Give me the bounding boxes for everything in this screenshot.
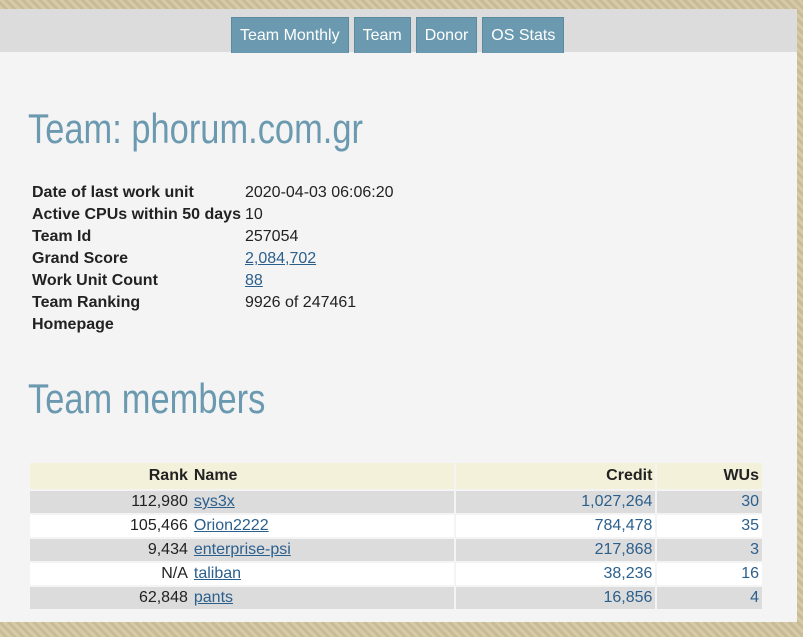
info-label: Grand Score — [32, 250, 129, 267]
members-table: Rank Name Credit WUs 112,980 sys3x 1,027… — [30, 461, 762, 611]
content-panel: Team Monthly Team Donor OS Stats Team: p… — [0, 9, 797, 622]
cell-name: enterprise-psi — [190, 539, 455, 561]
col-header-credit[interactable]: Credit — [454, 463, 656, 489]
col-header-name[interactable]: Name — [190, 463, 455, 489]
info-value: 10 — [244, 206, 263, 223]
cell-name: taliban — [190, 563, 455, 585]
col-header-wus[interactable]: WUs — [655, 463, 762, 489]
cell-rank: 105,466 — [30, 515, 191, 537]
info-label: Work Unit Count — [32, 272, 158, 289]
work-unit-count-link[interactable]: 88 — [245, 272, 263, 289]
info-value: 2020-04-03 06:06:20 — [244, 184, 394, 201]
tabs: Team Monthly Team Donor OS Stats — [231, 17, 565, 53]
cell-wus: 16 — [655, 563, 762, 585]
table-row: N/A taliban 38,236 16 — [30, 563, 762, 585]
grand-score-link[interactable]: 2,084,702 — [245, 250, 316, 267]
info-value — [243, 314, 396, 336]
cell-name: sys3x — [190, 491, 455, 513]
info-label: Homepage — [32, 316, 114, 333]
cell-rank: 9,434 — [30, 539, 191, 561]
tab-bar: Team Monthly Team Donor OS Stats — [0, 9, 797, 53]
tab-os-stats[interactable]: OS Stats — [482, 17, 565, 53]
info-value: 257054 — [244, 228, 299, 245]
member-link[interactable]: taliban — [194, 565, 241, 582]
tab-donor[interactable]: Donor — [415, 17, 478, 53]
table-row: 105,466 Orion2222 784,478 35 — [30, 515, 762, 537]
team-info-table: Date of last work unit 2020-04-03 06:06:… — [30, 182, 396, 336]
cell-wus: 4 — [655, 587, 762, 609]
info-value: 9926 of 247461 — [244, 294, 357, 311]
cell-credit: 1,027,264 — [454, 491, 656, 513]
info-row: Active CPUs within 50 days 10 — [30, 204, 396, 226]
cell-rank: N/A — [30, 563, 191, 585]
table-row: 62,848 pants 16,856 4 — [30, 587, 762, 609]
tab-team-monthly[interactable]: Team Monthly — [231, 17, 349, 53]
info-label: Date of last work unit — [32, 184, 194, 201]
info-row: Date of last work unit 2020-04-03 06:06:… — [30, 182, 396, 204]
cell-wus: 30 — [655, 491, 762, 513]
cell-rank: 112,980 — [30, 491, 191, 513]
cell-credit: 38,236 — [454, 563, 656, 585]
info-row: Homepage — [30, 314, 396, 336]
table-row: 9,434 enterprise-psi 217,868 3 — [30, 539, 762, 561]
cell-credit: 16,856 — [454, 587, 656, 609]
cell-name: Orion2222 — [190, 515, 455, 537]
member-link[interactable]: sys3x — [194, 493, 235, 510]
cell-wus: 3 — [655, 539, 762, 561]
member-link[interactable]: enterprise-psi — [194, 541, 291, 558]
info-row: Team Ranking 9926 of 247461 — [30, 292, 396, 314]
info-row: Grand Score 2,084,702 — [30, 248, 396, 270]
col-header-rank[interactable]: Rank — [30, 463, 191, 489]
member-link[interactable]: pants — [194, 589, 233, 606]
info-value: 88 — [243, 270, 396, 292]
cell-credit: 217,868 — [454, 539, 656, 561]
table-row: 112,980 sys3x 1,027,264 30 — [30, 491, 762, 513]
cell-credit: 784,478 — [454, 515, 656, 537]
members-header-row: Rank Name Credit WUs — [30, 463, 762, 489]
cell-wus: 35 — [655, 515, 762, 537]
info-label: Active CPUs within 50 days — [32, 206, 241, 223]
cell-rank: 62,848 — [30, 587, 191, 609]
cell-name: pants — [190, 587, 455, 609]
info-label: Team Id — [32, 228, 92, 245]
info-row: Work Unit Count 88 — [30, 270, 396, 292]
info-value: 2,084,702 — [243, 248, 396, 270]
info-row: Team Id 257054 — [30, 226, 396, 248]
page-title: Team: phorum.com.gr — [28, 105, 363, 152]
tab-team[interactable]: Team — [353, 17, 411, 53]
info-label: Team Ranking — [32, 294, 141, 311]
member-link[interactable]: Orion2222 — [194, 517, 269, 534]
members-title: Team members — [28, 375, 266, 422]
